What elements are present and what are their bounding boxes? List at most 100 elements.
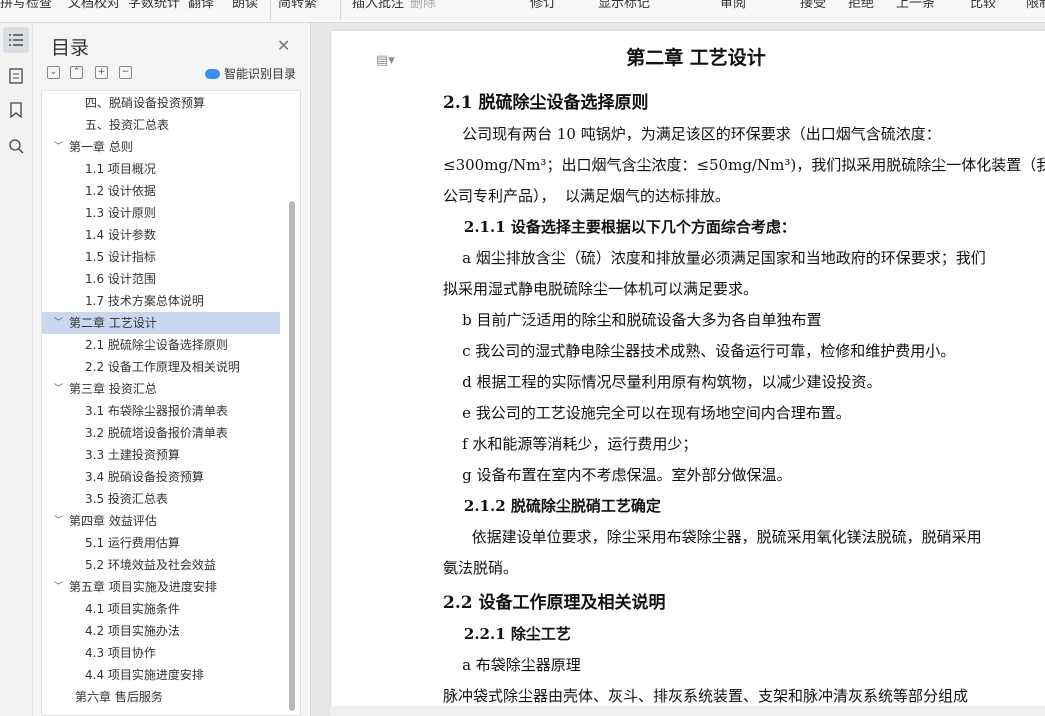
chevron-down-icon[interactable]: ﹀ bbox=[54, 576, 63, 598]
delete-comment-button[interactable]: 删除 bbox=[410, 0, 436, 11]
body-text: e 我公司的工艺设施完全可以在现有场地空间内合理布置。 bbox=[443, 404, 851, 422]
toc-panel: 目录 ✕ ⌄ ⌃ + − 智能识别目录 四、脱硝设备投资预算 五、投资汇总表 ﹀ 第一… bbox=[33, 23, 311, 716]
horizontal-scrollbar[interactable] bbox=[330, 706, 1045, 716]
toc-item[interactable]: 第六章 售后服务 bbox=[42, 686, 280, 708]
toc-item[interactable]: 1.3 设计原则 bbox=[42, 202, 280, 224]
toc-item-label: 第五章 项目实施及进度安排 bbox=[69, 580, 217, 594]
chevron-down-icon[interactable]: ﹀ bbox=[54, 312, 63, 334]
toc-item[interactable]: ﹀ 第一章 总则 bbox=[42, 136, 280, 158]
toc-item[interactable]: 2.1 脱硫除尘设备选择原则 bbox=[42, 334, 280, 356]
body-text: a 烟尘排放含尘（硫）浓度和排放量必须满足国家和当地政府的环保要求；我们 bbox=[443, 249, 986, 267]
toc-item[interactable]: 4.1 项目实施条件 bbox=[42, 598, 280, 620]
toc-list: 四、脱硝设备投资预算 五、投资汇总表 ﹀ 第一章 总则 1.1 项目概况 1.2 设计依据… bbox=[41, 90, 301, 716]
toc-item-label: 1.1 项目概况 bbox=[85, 162, 156, 176]
previous-button[interactable]: 上一条 bbox=[896, 0, 935, 11]
toc-item-label: 1.6 设计范围 bbox=[85, 272, 156, 286]
toc-item[interactable]: ﹀ 第三章 投资汇总 bbox=[42, 378, 280, 400]
add-heading-icon[interactable]: + bbox=[95, 66, 108, 79]
remove-heading-icon[interactable]: − bbox=[119, 66, 132, 79]
section-heading: 2.2 设备工作原理及相关说明 bbox=[443, 593, 666, 613]
chevron-down-icon[interactable]: ﹀ bbox=[54, 378, 63, 400]
toc-item-label: 第三章 投资汇总 bbox=[69, 382, 157, 396]
subsection-heading: 2.1.2 脱硫除尘脱硝工艺确定 bbox=[443, 497, 661, 515]
body-text: f 水和能源等消耗少，运行费用少； bbox=[443, 435, 698, 453]
toc-item-label: 四、脱硝设备投资预算 bbox=[85, 96, 206, 110]
toc-item[interactable]: 5.1 运行费用估算 bbox=[42, 532, 280, 554]
collapse-all-icon[interactable]: ⌄ bbox=[47, 66, 60, 79]
body-text: ≤300mg/Nm³；出口烟气含尘浓度：≤50mg/Nm³)，我们拟采用脱硫除尘… bbox=[443, 156, 1045, 174]
toc-item[interactable]: ﹀ 第五章 项目实施及进度安排 bbox=[42, 576, 280, 598]
reject-button[interactable]: 拒绝 bbox=[848, 0, 874, 11]
toc-item[interactable]: 2.2 设备工作原理及相关说明 bbox=[42, 356, 280, 378]
toc-item[interactable]: 3.5 投资汇总表 bbox=[42, 488, 280, 510]
toc-item[interactable]: 3.1 布袋除尘器报价清单表 bbox=[42, 400, 280, 422]
toc-item-label: 4.2 项目实施办法 bbox=[85, 624, 180, 638]
toc-item-label: 3.3 土建投资预算 bbox=[85, 448, 180, 462]
track-changes-button[interactable]: 修订 bbox=[530, 0, 556, 11]
toc-item[interactable]: 1.4 设计参数 bbox=[42, 224, 280, 246]
toc-item-label: 1.2 设计依据 bbox=[85, 184, 156, 198]
toc-item-label: 五、投资汇总表 bbox=[85, 118, 170, 132]
expand-up-icon[interactable]: ⌃ bbox=[70, 66, 83, 79]
convert-button[interactable]: 简转繁 bbox=[278, 0, 317, 11]
close-icon[interactable]: ✕ bbox=[277, 36, 290, 55]
toc-item[interactable]: 4.2 项目实施办法 bbox=[42, 620, 280, 642]
body-text: 脉冲袋式除尘器由壳体、灰斗、排灰系统装置、支架和脉冲清灰系统等部分组成 bbox=[443, 687, 969, 705]
body-text: d 根据工程的实际情况尽量利用原有构筑物，以减少建设投资。 bbox=[443, 373, 882, 391]
document-area: ▤▾ 第二章 工艺设计 2.1 脱硫除尘设备选择原则 公司现有两台 10 吨锅炉… bbox=[311, 23, 1045, 716]
smart-toc-button[interactable]: 智能识别目录 bbox=[205, 65, 296, 82]
translate-button[interactable]: 翻译 bbox=[188, 0, 214, 11]
smart-toc-label: 智能识别目录 bbox=[224, 67, 297, 81]
toc-item[interactable]: 3.4 脱硝设备投资预算 bbox=[42, 466, 280, 488]
chevron-down-icon[interactable]: ﹀ bbox=[54, 510, 63, 532]
document-page[interactable]: ▤▾ 第二章 工艺设计 2.1 脱硫除尘设备选择原则 公司现有两台 10 吨锅炉… bbox=[331, 31, 1045, 716]
compare-button[interactable]: 比较 bbox=[970, 0, 996, 11]
toc-item-label: 1.7 技术方案总体说明 bbox=[85, 294, 204, 308]
insert-comment-button[interactable]: 插入批注 bbox=[352, 0, 404, 11]
toc-item-label: 第一章 总则 bbox=[69, 140, 133, 154]
body-text: 公司现有两台 10 吨锅炉，为满足该区的环保要求（出口烟气含硫浓度： bbox=[443, 125, 941, 143]
toc-item-label: 1.3 设计原则 bbox=[85, 206, 156, 220]
toc-item[interactable]: 四、脱硝设备投资预算 bbox=[42, 92, 280, 114]
body-text: b 目前广泛适用的除尘和脱硫设备大多为各自单独布置 bbox=[443, 311, 822, 329]
subsection-heading: 2.1.1 设备选择主要根据以下几个方面综合考虑： bbox=[443, 218, 796, 236]
spell-check-button[interactable]: 拼写检查 bbox=[0, 0, 52, 11]
chevron-down-icon[interactable]: ﹀ bbox=[54, 136, 63, 158]
read-aloud-button[interactable]: 朗读 bbox=[232, 0, 258, 11]
search-doc-icon[interactable] bbox=[3, 133, 29, 159]
toc-item-label: 第二章 工艺设计 bbox=[69, 316, 157, 330]
toc-item-label: 5.2 环境效益及社会效益 bbox=[85, 558, 216, 572]
toc-item[interactable]: 3.2 脱硫塔设备报价清单表 bbox=[42, 422, 280, 444]
toc-item[interactable]: ﹀ 第二章 工艺设计 bbox=[42, 312, 280, 334]
body-text: c 我公司的湿式静电除尘器技术成熟、设备运行可靠，检修和维护费用小。 bbox=[443, 342, 956, 360]
show-markup-button[interactable]: 显示标记 bbox=[598, 0, 650, 11]
toc-icon[interactable] bbox=[3, 27, 29, 53]
toc-item[interactable]: 1.5 设计指标 bbox=[42, 246, 280, 268]
restrict-button[interactable]: 限制 bbox=[1026, 0, 1045, 11]
toc-item-label: 3.5 投资汇总表 bbox=[85, 492, 168, 506]
toc-item[interactable]: 3.3 土建投资预算 bbox=[42, 444, 280, 466]
toc-item[interactable]: 5.2 环境效益及社会效益 bbox=[42, 554, 280, 576]
toc-item-label: 3.2 脱硫塔设备报价清单表 bbox=[85, 426, 228, 440]
toc-item[interactable]: 4.3 项目协作 bbox=[42, 642, 280, 664]
word-count-button[interactable]: 字数统计 bbox=[128, 0, 180, 11]
toc-item-label: 4.4 项目实施进度安排 bbox=[85, 668, 204, 682]
navigation-rail bbox=[0, 23, 33, 716]
toc-item[interactable]: 4.4 项目实施进度安排 bbox=[42, 664, 280, 686]
toc-item[interactable]: 1.6 设计范围 bbox=[42, 268, 280, 290]
accept-button[interactable]: 接受 bbox=[800, 0, 826, 11]
toc-item-label: 2.2 设备工作原理及相关说明 bbox=[85, 360, 240, 374]
outline-icon[interactable] bbox=[3, 63, 29, 89]
toc-item[interactable]: 1.1 项目概况 bbox=[42, 158, 280, 180]
toc-item[interactable]: 1.2 设计依据 bbox=[42, 180, 280, 202]
toc-item[interactable]: ﹀ 第四章 效益评估 bbox=[42, 510, 280, 532]
bookmark-icon[interactable] bbox=[3, 97, 29, 123]
toc-item-label: 2.1 脱硫除尘设备选择原则 bbox=[85, 338, 228, 352]
toc-item-label: 1.4 设计参数 bbox=[85, 228, 156, 242]
proofread-button[interactable]: 文档校对 bbox=[68, 0, 120, 11]
toc-item[interactable]: 1.7 技术方案总体说明 bbox=[42, 290, 280, 312]
review-button[interactable]: 审阅 bbox=[720, 0, 746, 11]
toc-item[interactable]: 五、投资汇总表 bbox=[42, 114, 280, 136]
subsection-heading: 2.2.1 除尘工艺 bbox=[443, 625, 571, 643]
toc-scrollbar[interactable] bbox=[289, 201, 295, 711]
